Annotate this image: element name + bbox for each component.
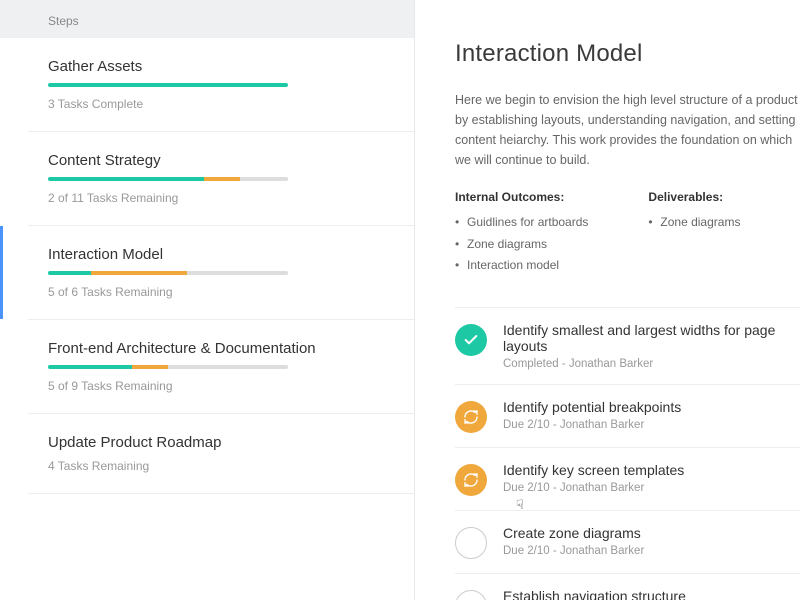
task-meta: Due 2/10 - Jonathan Barker — [503, 545, 800, 557]
step-item[interactable]: Update Product Roadmap 4 Tasks Remaining — [28, 414, 414, 494]
task-meta: Completed - Jonathan Barker — [503, 358, 800, 370]
tasks-list: Identify smallest and largest widths for… — [455, 307, 800, 600]
task-body: Identify key screen templates Due 2/10 -… — [503, 462, 800, 494]
progress-bar — [48, 177, 288, 181]
task-body: Create zone diagrams Due 2/10 - Jonathan… — [503, 525, 800, 557]
check-icon[interactable] — [455, 324, 487, 356]
deliverable-item: Zone diagrams — [660, 212, 740, 234]
task-row[interactable]: Establish navigation structure Unassigne… — [455, 574, 800, 600]
task-row[interactable]: Identify key screen templates Due 2/10 -… — [455, 448, 800, 511]
outcomes-column: Internal Outcomes: Guidlines for artboar… — [455, 190, 588, 277]
progress-bar — [48, 83, 288, 87]
step-item[interactable]: Content Strategy 2 of 11 Tasks Remaining — [28, 132, 414, 226]
step-item[interactable]: Front-end Architecture & Documentation 5… — [28, 320, 414, 414]
step-title: Update Product Roadmap — [48, 434, 394, 451]
deliverables-column: Deliverables: Zone diagrams — [648, 190, 740, 277]
info-columns: Internal Outcomes: Guidlines for artboar… — [455, 190, 800, 277]
sync-icon[interactable] — [455, 401, 487, 433]
empty-circle-icon[interactable] — [455, 590, 487, 600]
task-body: Establish navigation structure Unassigne… — [503, 588, 800, 600]
step-title: Content Strategy — [48, 152, 394, 169]
outcome-item: Guidlines for artboards — [467, 212, 588, 234]
step-title: Interaction Model — [48, 246, 394, 263]
task-title: Create zone diagrams — [503, 525, 800, 541]
deliverables-heading: Deliverables: — [648, 190, 740, 204]
task-row[interactable]: Identify smallest and largest widths for… — [455, 308, 800, 385]
task-row[interactable]: Identify potential breakpoints Due 2/10 … — [455, 385, 800, 448]
task-title: Identify potential breakpoints — [503, 399, 800, 415]
page-description: Here we begin to envision the high level… — [455, 90, 800, 170]
step-title: Gather Assets — [48, 58, 394, 75]
task-title: Identify smallest and largest widths for… — [503, 322, 800, 354]
page-title: Interaction Model — [455, 40, 800, 68]
sidebar: Steps Gather Assets 3 Tasks Complete Con… — [0, 0, 415, 600]
sync-icon[interactable] — [455, 464, 487, 496]
outcome-item: Interaction model — [467, 255, 588, 277]
outcomes-heading: Internal Outcomes: — [455, 190, 588, 204]
empty-circle-icon[interactable] — [455, 527, 487, 559]
task-body: Identify smallest and largest widths for… — [503, 322, 800, 370]
step-meta: 5 of 6 Tasks Remaining — [48, 285, 394, 299]
task-title: Identify key screen templates — [503, 462, 800, 478]
step-item[interactable]: Gather Assets 3 Tasks Complete — [28, 38, 414, 132]
outcomes-list: Guidlines for artboardsZone diagramsInte… — [455, 212, 588, 277]
progress-bar — [48, 271, 288, 275]
step-meta: 5 of 9 Tasks Remaining — [48, 379, 394, 393]
step-item[interactable]: Interaction Model 5 of 6 Tasks Remaining — [28, 226, 414, 320]
sidebar-header: Steps — [0, 0, 414, 38]
main-content: Interaction Model Here we begin to envis… — [415, 0, 800, 600]
step-meta: 2 of 11 Tasks Remaining — [48, 191, 394, 205]
step-title: Front-end Architecture & Documentation — [48, 340, 394, 357]
task-row[interactable]: Create zone diagrams Due 2/10 - Jonathan… — [455, 511, 800, 574]
task-body: Identify potential breakpoints Due 2/10 … — [503, 399, 800, 431]
progress-bar — [48, 365, 288, 369]
step-meta: 4 Tasks Remaining — [48, 459, 394, 473]
deliverables-list: Zone diagrams — [648, 212, 740, 234]
task-meta: Due 2/10 - Jonathan Barker — [503, 482, 800, 494]
outcome-item: Zone diagrams — [467, 234, 588, 256]
step-meta: 3 Tasks Complete — [48, 97, 394, 111]
task-title: Establish navigation structure — [503, 588, 800, 600]
task-meta: Due 2/10 - Jonathan Barker — [503, 419, 800, 431]
